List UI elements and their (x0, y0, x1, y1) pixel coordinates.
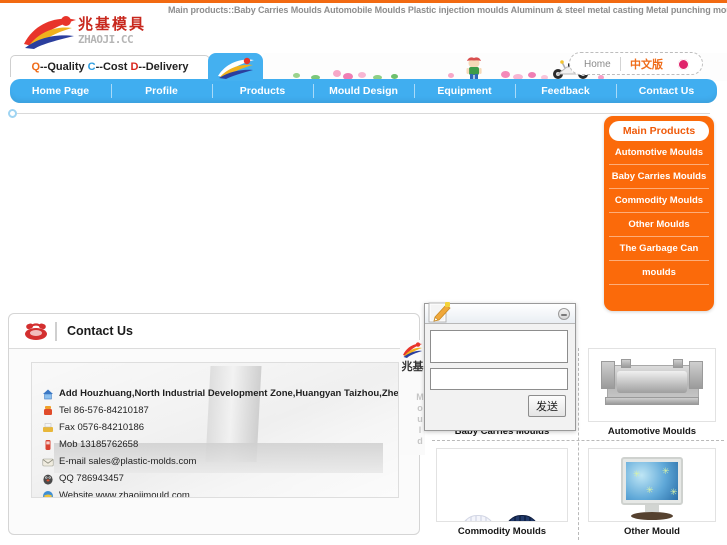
email-icon (42, 458, 54, 467)
child-illustration-icon (466, 57, 482, 80)
tagline-q-letter: Q (31, 61, 40, 73)
contact-panel-title: Contact Us (67, 324, 133, 338)
popup-body: 发送 (425, 324, 575, 421)
contact-row-address: Add Houzhuang,North Industrial Developme… (42, 385, 398, 402)
contact-website-text: Website www.zhaojimould.com (59, 490, 190, 498)
nav-items-container: Home Page Profile Products Mould Design … (10, 79, 717, 103)
header-divider-line (17, 113, 710, 114)
contact-row-qq: QQ 786943457 (42, 470, 394, 487)
product-tile-automotive[interactable]: Automotive Moulds (588, 348, 716, 437)
header-logo-tab (208, 53, 263, 81)
contact-info-list: Add Houzhuang,North Industrial Developme… (42, 385, 398, 498)
quality-cost-delivery-tagline: Q--Quality C--Cost D--Delivery (10, 55, 210, 77)
sidebar-item-baby-carries-moulds[interactable]: Baby Carries Moulds (609, 165, 709, 189)
main-products-marquee: Main products::Baby Carries Moulds Autom… (168, 5, 727, 15)
vstrip-chinese-text: 兆基 (401, 360, 424, 373)
tagline-c-letter: C (87, 61, 96, 73)
mobile-icon (45, 440, 51, 450)
product-tile-other-mould[interactable]: ✳ ✳ ✳ ✳ Other Mould (588, 448, 716, 537)
nav-item-products[interactable]: Products (212, 79, 313, 103)
qq-icon (43, 474, 53, 485)
nav-item-feedback[interactable]: Feedback (515, 79, 616, 103)
chinese-version-link[interactable]: 中文版 (630, 53, 663, 76)
product-grid-horizontal-divider (432, 440, 724, 441)
sidebar-item-moulds[interactable]: moulds (609, 261, 709, 285)
product-thumbnail-other-mould[interactable]: ✳ ✳ ✳ ✳ (588, 448, 716, 522)
product-tile-commodity[interactable]: Commodity Moulds (436, 448, 568, 537)
popup-title-bar[interactable] (425, 302, 575, 324)
logo-swoosh-icon (24, 16, 76, 49)
tab-swoosh-icon (218, 57, 254, 79)
lcd-monitor-illustration: ✳ ✳ ✳ ✳ (621, 457, 683, 520)
nav-item-mould-design[interactable]: Mould Design (313, 79, 414, 103)
contact-row-mobile: Mob 13185762658 (42, 436, 394, 453)
product-caption-automotive: Automotive Moulds (607, 426, 697, 437)
automotive-mould-photo (601, 357, 705, 413)
home-icon (43, 389, 53, 400)
website-page: Main products::Baby Carries Moulds Autom… (0, 0, 727, 545)
message-body-input[interactable] (430, 368, 568, 390)
message-subject-input[interactable] (430, 330, 568, 363)
tagline-c-text: --Cost (95, 61, 131, 73)
send-button[interactable]: 发送 (528, 395, 566, 417)
logo-chinese-text: 兆基模具 (78, 15, 147, 33)
popup-actions: 发送 (430, 395, 570, 417)
notepad-pencil-icon (428, 302, 451, 323)
sidebar-item-automotive-moulds[interactable]: Automotive Moulds (609, 141, 709, 165)
contact-mobile-text: Mob 13185762658 (59, 439, 139, 450)
tagline-q-text: --Quality (40, 61, 88, 73)
vstrip-swoosh-icon (403, 342, 422, 358)
minimize-button[interactable] (558, 308, 570, 320)
sidebar-item-commodity-moulds[interactable]: Commodity Moulds (609, 189, 709, 213)
main-navigation: Home Page Profile Products Mould Design … (10, 79, 717, 103)
globe-icon[interactable] (678, 59, 689, 70)
contact-address-text: Add Houzhuang,North Industrial Developme… (59, 388, 399, 399)
site-header: 兆基模具 ZHAOJI.CC (0, 15, 727, 53)
phone-icon (44, 406, 52, 415)
contact-us-panel: Contact Us Add Houzhuang,North Industria… (8, 313, 420, 535)
divider-bullet-icon (8, 109, 17, 118)
telephone-icon (25, 323, 47, 340)
message-popup-window: 发送 (424, 302, 576, 431)
browser-icon (43, 491, 53, 497)
nav-item-equipment[interactable]: Equipment (414, 79, 515, 103)
vertical-brand-strip: 兆基 Mould (400, 340, 425, 455)
contact-tel-text: Tel 86-576-84210187 (59, 405, 149, 416)
contact-panel-header: Contact Us (9, 314, 419, 349)
product-thumbnail-automotive[interactable] (588, 348, 716, 422)
logo-english-text: ZHAOJI.CC (78, 33, 134, 46)
header-divider (55, 322, 57, 341)
sidebar-item-the-garbage-can[interactable]: The Garbage Can (609, 237, 709, 261)
lang-separator (620, 57, 621, 71)
nav-item-home-page[interactable]: Home Page (10, 79, 111, 103)
language-switch-bar[interactable]: Home 中文版 (569, 52, 703, 75)
contact-row-fax: Fax 0576-84210186 (42, 419, 394, 436)
product-caption-other-mould: Other Mould (624, 526, 680, 537)
home-link[interactable]: Home (584, 53, 611, 76)
contact-qq-text: QQ 786943457 (59, 473, 124, 484)
vstrip-english-text: Mould (415, 392, 425, 447)
product-caption-commodity: Commodity Moulds (457, 526, 547, 537)
tagline-d-text: --Delivery (138, 61, 189, 73)
sidebar-item-other-moulds[interactable]: Other Moulds (609, 213, 709, 237)
contact-row-email: E-mail sales@plastic-molds.com (42, 453, 394, 470)
contact-info-box: Add Houzhuang,North Industrial Developme… (31, 362, 399, 498)
product-thumbnail-commodity[interactable] (436, 448, 568, 522)
contact-row-tel: Tel 86-576-84210187 (42, 402, 394, 419)
contact-email-text: E-mail sales@plastic-molds.com (59, 456, 197, 467)
contact-row-website: Website www.zhaojimould.com (42, 487, 394, 498)
fax-icon (43, 423, 53, 432)
product-grid-vertical-divider (578, 348, 579, 540)
site-logo[interactable]: 兆基模具 ZHAOJI.CC (22, 10, 162, 56)
nav-item-profile[interactable]: Profile (111, 79, 212, 103)
contact-fax-text: Fax 0576-84210186 (59, 422, 145, 433)
nav-item-contact-us[interactable]: Contact Us (616, 79, 717, 103)
sidebar-header: Main Products (609, 121, 709, 141)
main-products-sidebar: Main Products Automotive Moulds Baby Car… (604, 116, 714, 311)
